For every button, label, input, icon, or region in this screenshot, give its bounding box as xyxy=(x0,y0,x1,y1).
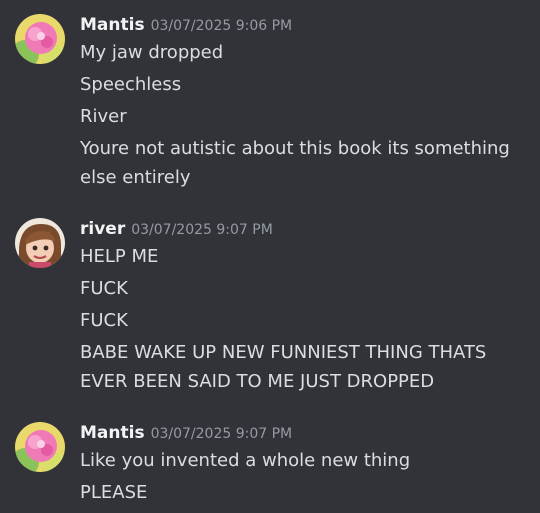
message-line: My jaw dropped xyxy=(80,42,224,63)
message-line: Like you invented a whole new thing xyxy=(80,450,411,471)
message-line: PLEASE xyxy=(80,482,148,503)
timestamp: 03/07/2025 9:07 PM xyxy=(150,426,293,442)
timestamp: 03/07/2025 9:07 PM xyxy=(131,222,273,238)
message-header: Mantis 03/07/2025 9:06 PM xyxy=(80,14,292,37)
message-header: Mantis 03/07/2025 9:07 PM xyxy=(80,422,292,445)
username[interactable]: Mantis xyxy=(80,423,145,443)
message-line: HELP ME xyxy=(80,246,159,267)
message-line: Speechless xyxy=(80,74,182,95)
message-line: EVER BEEN SAID TO ME JUST DROPPED xyxy=(80,371,435,392)
avatar[interactable] xyxy=(15,218,65,268)
drawn-portrait-avatar-icon xyxy=(15,218,65,268)
avatar[interactable] xyxy=(15,14,65,64)
timestamp: 03/07/2025 9:06 PM xyxy=(150,18,293,34)
flower-avatar-icon xyxy=(15,422,65,472)
message-line: River xyxy=(80,106,127,127)
username[interactable]: Mantis xyxy=(80,15,145,35)
message-header: river 03/07/2025 9:07 PM xyxy=(80,218,273,241)
message-line: FUCK xyxy=(80,310,128,331)
message-line: BABE WAKE UP NEW FUNNIEST THING THATS xyxy=(80,342,487,363)
message-line: else entirely xyxy=(80,167,191,188)
flower-avatar-icon xyxy=(15,14,65,64)
username[interactable]: river xyxy=(80,219,125,239)
message-line: FUCK xyxy=(80,278,128,299)
message-line: Youre not autistic about this book its s… xyxy=(80,138,510,159)
avatar[interactable] xyxy=(15,422,65,472)
